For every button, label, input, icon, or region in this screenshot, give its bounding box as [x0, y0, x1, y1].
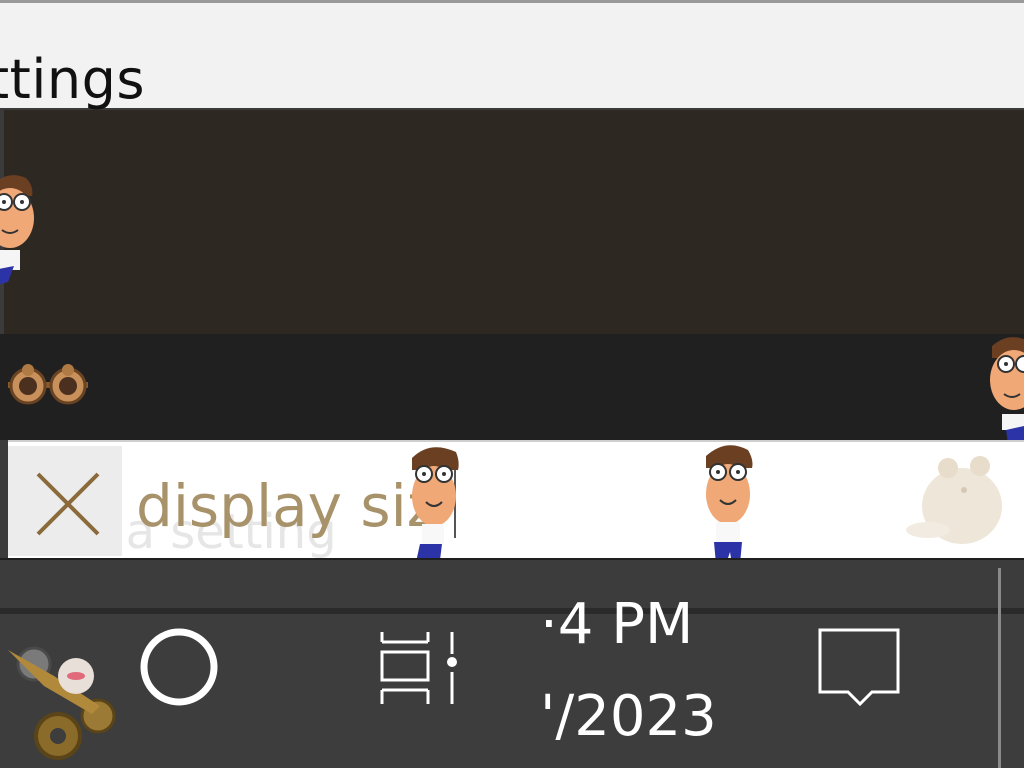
close-icon [36, 472, 100, 536]
search-results-band [0, 558, 1024, 608]
task-view-icon[interactable] [376, 628, 466, 708]
settings-titlebar: ttings [0, 0, 1024, 108]
cortana-circle-icon[interactable] [138, 626, 220, 708]
mascot-sprite-left [0, 175, 34, 285]
clear-search-button[interactable] [8, 446, 122, 556]
theme-strip [0, 334, 1024, 440]
goggles-icon [8, 364, 88, 405]
start-gear-icon[interactable] [4, 636, 128, 762]
search-input[interactable]: display siz [136, 472, 437, 540]
hamster-icon [906, 456, 1002, 544]
action-center-icon[interactable] [816, 626, 904, 710]
show-desktop-divider[interactable] [998, 568, 1001, 768]
mascot-sprite-walking-2 [706, 445, 753, 564]
taskbar-clock-date[interactable]: '/2023 [540, 684, 717, 749]
search-box[interactable]: Find a setting display siz [8, 440, 1024, 560]
window-title: ttings [0, 48, 145, 111]
theme-banner [4, 110, 1024, 334]
mascot-sprite-walking-1 [412, 447, 459, 564]
taskbar-clock-time[interactable]: ·4 PM [540, 592, 693, 657]
mascot-sprite-right [990, 337, 1024, 444]
